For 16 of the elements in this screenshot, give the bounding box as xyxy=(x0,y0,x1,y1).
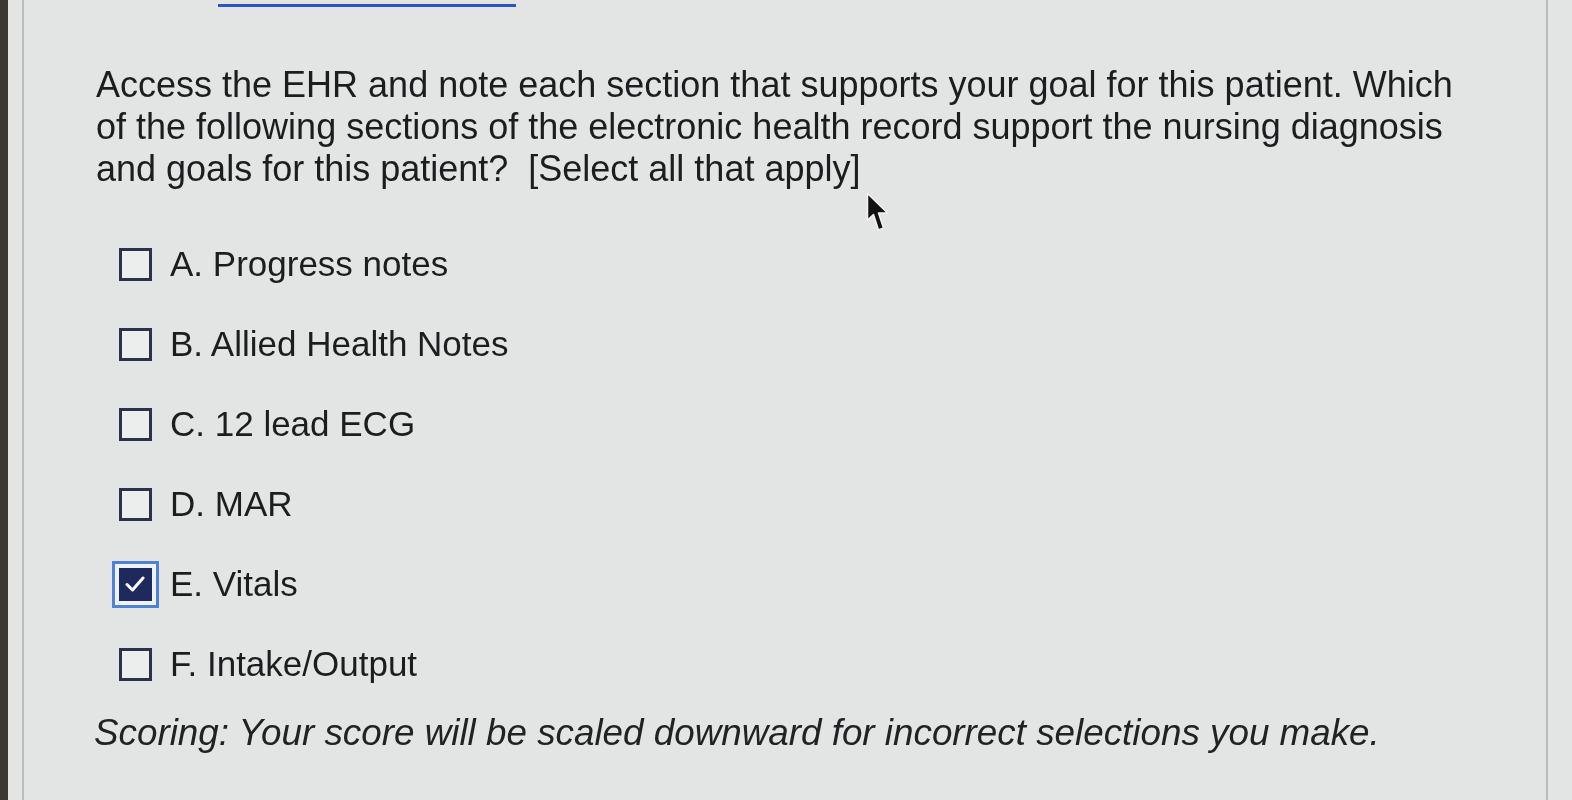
checkbox[interactable] xyxy=(118,247,152,281)
checkbox[interactable] xyxy=(111,560,159,608)
checkbox[interactable] xyxy=(118,407,152,441)
checkbox[interactable] xyxy=(118,327,152,361)
checkbox[interactable] xyxy=(118,647,152,681)
question-prompt: Access the EHR and note each section that supports your goal for this patient. Which of the following sections of the electronic health record support the nursing diagnosis and goals for this patient? [Select all that apply] xyxy=(96,64,1454,190)
option-label: D. MAR xyxy=(170,483,293,525)
mouse-pointer-icon xyxy=(866,192,890,232)
checkmark-icon xyxy=(125,576,145,592)
checkbox[interactable] xyxy=(118,487,152,521)
scoring-note: Scoring: Your score will be scaled downward for incorrect selections you make. xyxy=(94,712,1380,754)
option-label: A. Progress notes xyxy=(170,243,449,285)
option-label: F. Intake/Output xyxy=(170,643,418,685)
option-label: B. Allied Health Notes xyxy=(170,323,509,365)
option-label: E. Vitals xyxy=(170,563,298,605)
option-label: C. 12 lead ECG xyxy=(170,403,416,445)
